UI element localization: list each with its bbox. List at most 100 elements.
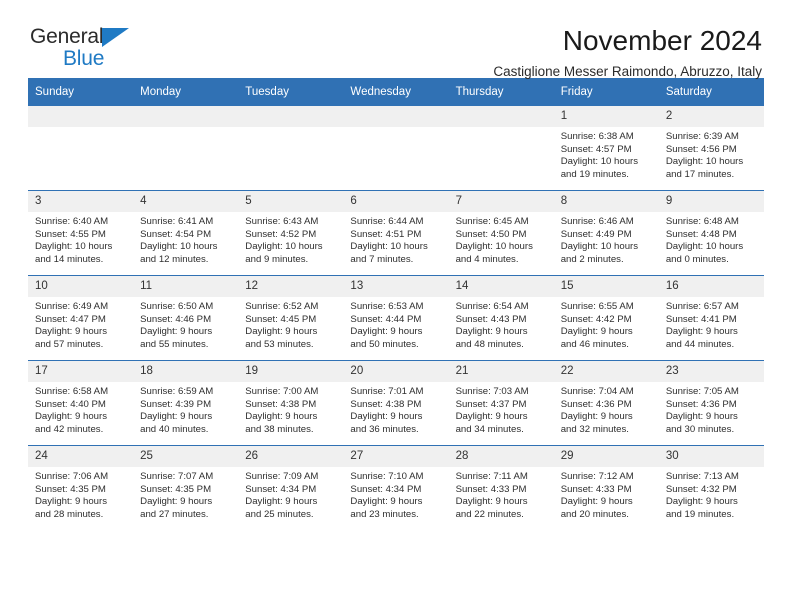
day-details: Sunrise: 6:41 AM Sunset: 4:54 PM Daylight:… — [133, 212, 238, 266]
day-number: 6 — [343, 191, 449, 212]
calendar-week-row: 24 Sunrise: 7:06 AM Sunset: 4:35 PM Dayligh… — [28, 445, 764, 530]
daylight-text-line2: and 25 minutes. — [245, 508, 314, 520]
daylight-text-line1: Daylight: 9 hours — [245, 411, 318, 423]
calendar-day-cell[interactable]: 2 Sunrise: 6:39 AM Sunset: 4:56 PM Daylight… — [658, 106, 764, 191]
calendar-day-cell[interactable]: 8 Sunrise: 6:46 AM Sunset: 4:49 PM Daylight… — [553, 190, 659, 276]
sunrise-text: Sunrise: 6:49 AM — [35, 301, 109, 312]
day-number: 23 — [658, 361, 764, 382]
calendar-day-cell-empty — [28, 106, 134, 191]
calendar-day-cell[interactable]: 12 Sunrise: 6:52 AM Sunset: 4:45 PM Dayligh… — [238, 275, 344, 361]
sunset-text: Sunset: 4:36 PM — [665, 398, 737, 410]
calendar-day-cell[interactable]: 27 Sunrise: 7:10 AM Sunset: 4:34 PM Dayligh… — [343, 445, 449, 530]
daylight-text-line2: and 4 minutes. — [455, 253, 519, 265]
calendar-day-cell[interactable]: 6 Sunrise: 6:44 AM Sunset: 4:51 PM Daylight… — [343, 190, 449, 276]
sunrise-text: Sunrise: 7:13 AM — [665, 471, 739, 482]
sunrise-text: Sunrise: 7:11 AM — [455, 471, 528, 482]
calendar-day-cell[interactable]: 16 Sunrise: 6:57 AM Sunset: 4:41 PM Dayligh… — [658, 275, 764, 361]
calendar-day-cell[interactable]: 19 Sunrise: 7:00 AM Sunset: 4:38 PM Dayligh… — [238, 360, 344, 446]
day-number: 19 — [238, 361, 344, 382]
day-number: 10 — [28, 276, 134, 297]
daylight-text-line2: and 14 minutes. — [35, 253, 104, 265]
day-details: Sunrise: 7:06 AM Sunset: 4:35 PM Daylight:… — [28, 467, 133, 521]
day-number: 22 — [553, 361, 659, 382]
calendar-day-cell[interactable]: 7 Sunrise: 6:45 AM Sunset: 4:50 PM Daylight… — [448, 190, 554, 276]
calendar-day-cell[interactable]: 11 Sunrise: 6:50 AM Sunset: 4:46 PM Dayligh… — [133, 275, 239, 361]
sunrise-text: Sunrise: 6:53 AM — [350, 301, 424, 312]
sunset-text: Sunset: 4:55 PM — [35, 228, 106, 240]
page-title: November 2024 — [562, 25, 762, 56]
generalblue-logo[interactable]: General Blue — [28, 26, 148, 69]
daylight-text-line1: Daylight: 9 hours — [560, 326, 633, 338]
calendar-day-cell[interactable]: 23 Sunrise: 7:05 AM Sunset: 4:36 PM Dayligh… — [658, 360, 764, 446]
daylight-text-line2: and 0 minutes. — [665, 253, 729, 265]
calendar-day-cell[interactable]: 21 Sunrise: 7:03 AM Sunset: 4:37 PM Dayligh… — [448, 360, 554, 446]
daylight-text-line2: and 17 minutes. — [665, 168, 735, 180]
daylight-text-line2: and 19 minutes. — [665, 508, 735, 520]
daylight-text-line2: and 40 minutes. — [140, 423, 209, 435]
calendar-day-cell[interactable]: 9 Sunrise: 6:48 AM Sunset: 4:48 PM Daylight… — [658, 190, 764, 276]
daylight-text-line2: and 42 minutes. — [35, 423, 104, 435]
calendar-day-cell[interactable]: 13 Sunrise: 6:53 AM Sunset: 4:44 PM Dayligh… — [343, 275, 449, 361]
calendar-day-cell[interactable]: 10 Sunrise: 6:49 AM Sunset: 4:47 PM Dayligh… — [28, 275, 134, 361]
calendar-day-cell[interactable]: 15 Sunrise: 6:55 AM Sunset: 4:42 PM Dayligh… — [553, 275, 659, 361]
sunrise-text: Sunrise: 6:54 AM — [455, 301, 529, 312]
logo-top-row: General — [30, 26, 148, 47]
day-number: 13 — [343, 276, 449, 297]
daylight-text-line1: Daylight: 10 hours — [245, 241, 323, 253]
calendar-day-cell[interactable]: 4 Sunrise: 6:41 AM Sunset: 4:54 PM Daylight… — [133, 190, 239, 276]
daylight-text-line1: Daylight: 9 hours — [665, 411, 738, 423]
day-details: Sunrise: 6:49 AM Sunset: 4:47 PM Daylight:… — [28, 297, 133, 351]
title-block: November 2024 Castiglione Messer Raimond… — [493, 26, 764, 80]
calendar-day-cell[interactable]: 17 Sunrise: 6:58 AM Sunset: 4:40 PM Dayligh… — [28, 360, 134, 446]
daylight-text-line1: Daylight: 9 hours — [560, 496, 633, 508]
calendar-day-cell[interactable]: 26 Sunrise: 7:09 AM Sunset: 4:34 PM Dayligh… — [238, 445, 344, 530]
calendar-day-cell[interactable]: 30 Sunrise: 7:13 AM Sunset: 4:32 PM Dayligh… — [658, 445, 764, 530]
daylight-text-line1: Daylight: 10 hours — [350, 241, 428, 253]
calendar-day-cell[interactable]: 14 Sunrise: 6:54 AM Sunset: 4:43 PM Dayligh… — [448, 275, 554, 361]
calendar-day-cell[interactable]: 3 Sunrise: 6:40 AM Sunset: 4:55 PM Daylight… — [28, 190, 134, 276]
sunrise-text: Sunrise: 6:38 AM — [560, 131, 634, 142]
day-details: Sunrise: 7:01 AM Sunset: 4:38 PM Daylight:… — [343, 382, 448, 436]
sunrise-text: Sunrise: 7:12 AM — [560, 471, 634, 482]
sunrise-text: Sunrise: 6:48 AM — [665, 216, 739, 227]
day-details: Sunrise: 6:54 AM Sunset: 4:43 PM Daylight:… — [449, 297, 554, 351]
calendar-day-cell[interactable]: 20 Sunrise: 7:01 AM Sunset: 4:38 PM Dayligh… — [343, 360, 449, 446]
calendar-day-cell-empty — [343, 106, 449, 191]
daylight-text-line2: and 22 minutes. — [455, 508, 524, 520]
calendar-day-cell[interactable]: 22 Sunrise: 7:04 AM Sunset: 4:36 PM Dayligh… — [553, 360, 659, 446]
day-details: Sunrise: 6:59 AM Sunset: 4:39 PM Daylight:… — [133, 382, 238, 436]
daylight-text-line2: and 36 minutes. — [350, 423, 419, 435]
calendar-day-cell[interactable]: 25 Sunrise: 7:07 AM Sunset: 4:35 PM Dayligh… — [133, 445, 239, 530]
sunset-text: Sunset: 4:48 PM — [665, 228, 737, 240]
calendar-day-cell-empty — [448, 106, 554, 191]
day-details: Sunrise: 7:03 AM Sunset: 4:37 PM Daylight:… — [449, 382, 554, 436]
calendar-week-row: 10 Sunrise: 6:49 AM Sunset: 4:47 PM Dayligh… — [28, 275, 764, 361]
day-number: 24 — [28, 446, 134, 467]
weekday-header-sunday: Sunday — [28, 78, 134, 106]
daylight-text-line1: Daylight: 9 hours — [35, 326, 107, 338]
daylight-text-line1: Daylight: 9 hours — [35, 411, 107, 423]
calendar-day-cell[interactable]: 28 Sunrise: 7:11 AM Sunset: 4:33 PM Dayligh… — [448, 445, 554, 530]
calendar-grid: Sunday Monday Tuesday Wednesday Thursday… — [28, 78, 764, 530]
weekday-header-monday: Monday — [133, 78, 239, 106]
calendar-day-cell[interactable]: 18 Sunrise: 6:59 AM Sunset: 4:39 PM Dayligh… — [133, 360, 239, 446]
day-number: 14 — [448, 276, 554, 297]
day-details: Sunrise: 7:10 AM Sunset: 4:34 PM Daylight:… — [343, 467, 448, 521]
logo-text-general: General — [30, 25, 104, 48]
calendar-day-cell-empty — [238, 106, 344, 191]
daylight-text-line1: Daylight: 10 hours — [665, 156, 744, 168]
sunset-text: Sunset: 4:34 PM — [245, 483, 317, 495]
day-number: 1 — [553, 106, 659, 127]
calendar-day-cell[interactable]: 24 Sunrise: 7:06 AM Sunset: 4:35 PM Dayligh… — [28, 445, 134, 530]
calendar-day-cell[interactable]: 1 Sunrise: 6:38 AM Sunset: 4:57 PM Daylight… — [553, 106, 659, 191]
day-number: 26 — [238, 446, 344, 467]
day-details: Sunrise: 7:04 AM Sunset: 4:36 PM Daylight:… — [554, 382, 659, 436]
calendar-day-cell[interactable]: 29 Sunrise: 7:12 AM Sunset: 4:33 PM Dayligh… — [553, 445, 659, 530]
day-details: Sunrise: 6:50 AM Sunset: 4:46 PM Daylight:… — [133, 297, 238, 351]
sunrise-text: Sunrise: 6:52 AM — [245, 301, 319, 312]
calendar-day-cell[interactable]: 5 Sunrise: 6:43 AM Sunset: 4:52 PM Daylight… — [238, 190, 344, 276]
sunrise-text: Sunrise: 6:57 AM — [665, 301, 739, 312]
daylight-text-line1: Daylight: 9 hours — [665, 326, 738, 338]
daylight-text-line2: and 34 minutes. — [455, 423, 524, 435]
sunrise-text: Sunrise: 6:40 AM — [35, 216, 109, 227]
